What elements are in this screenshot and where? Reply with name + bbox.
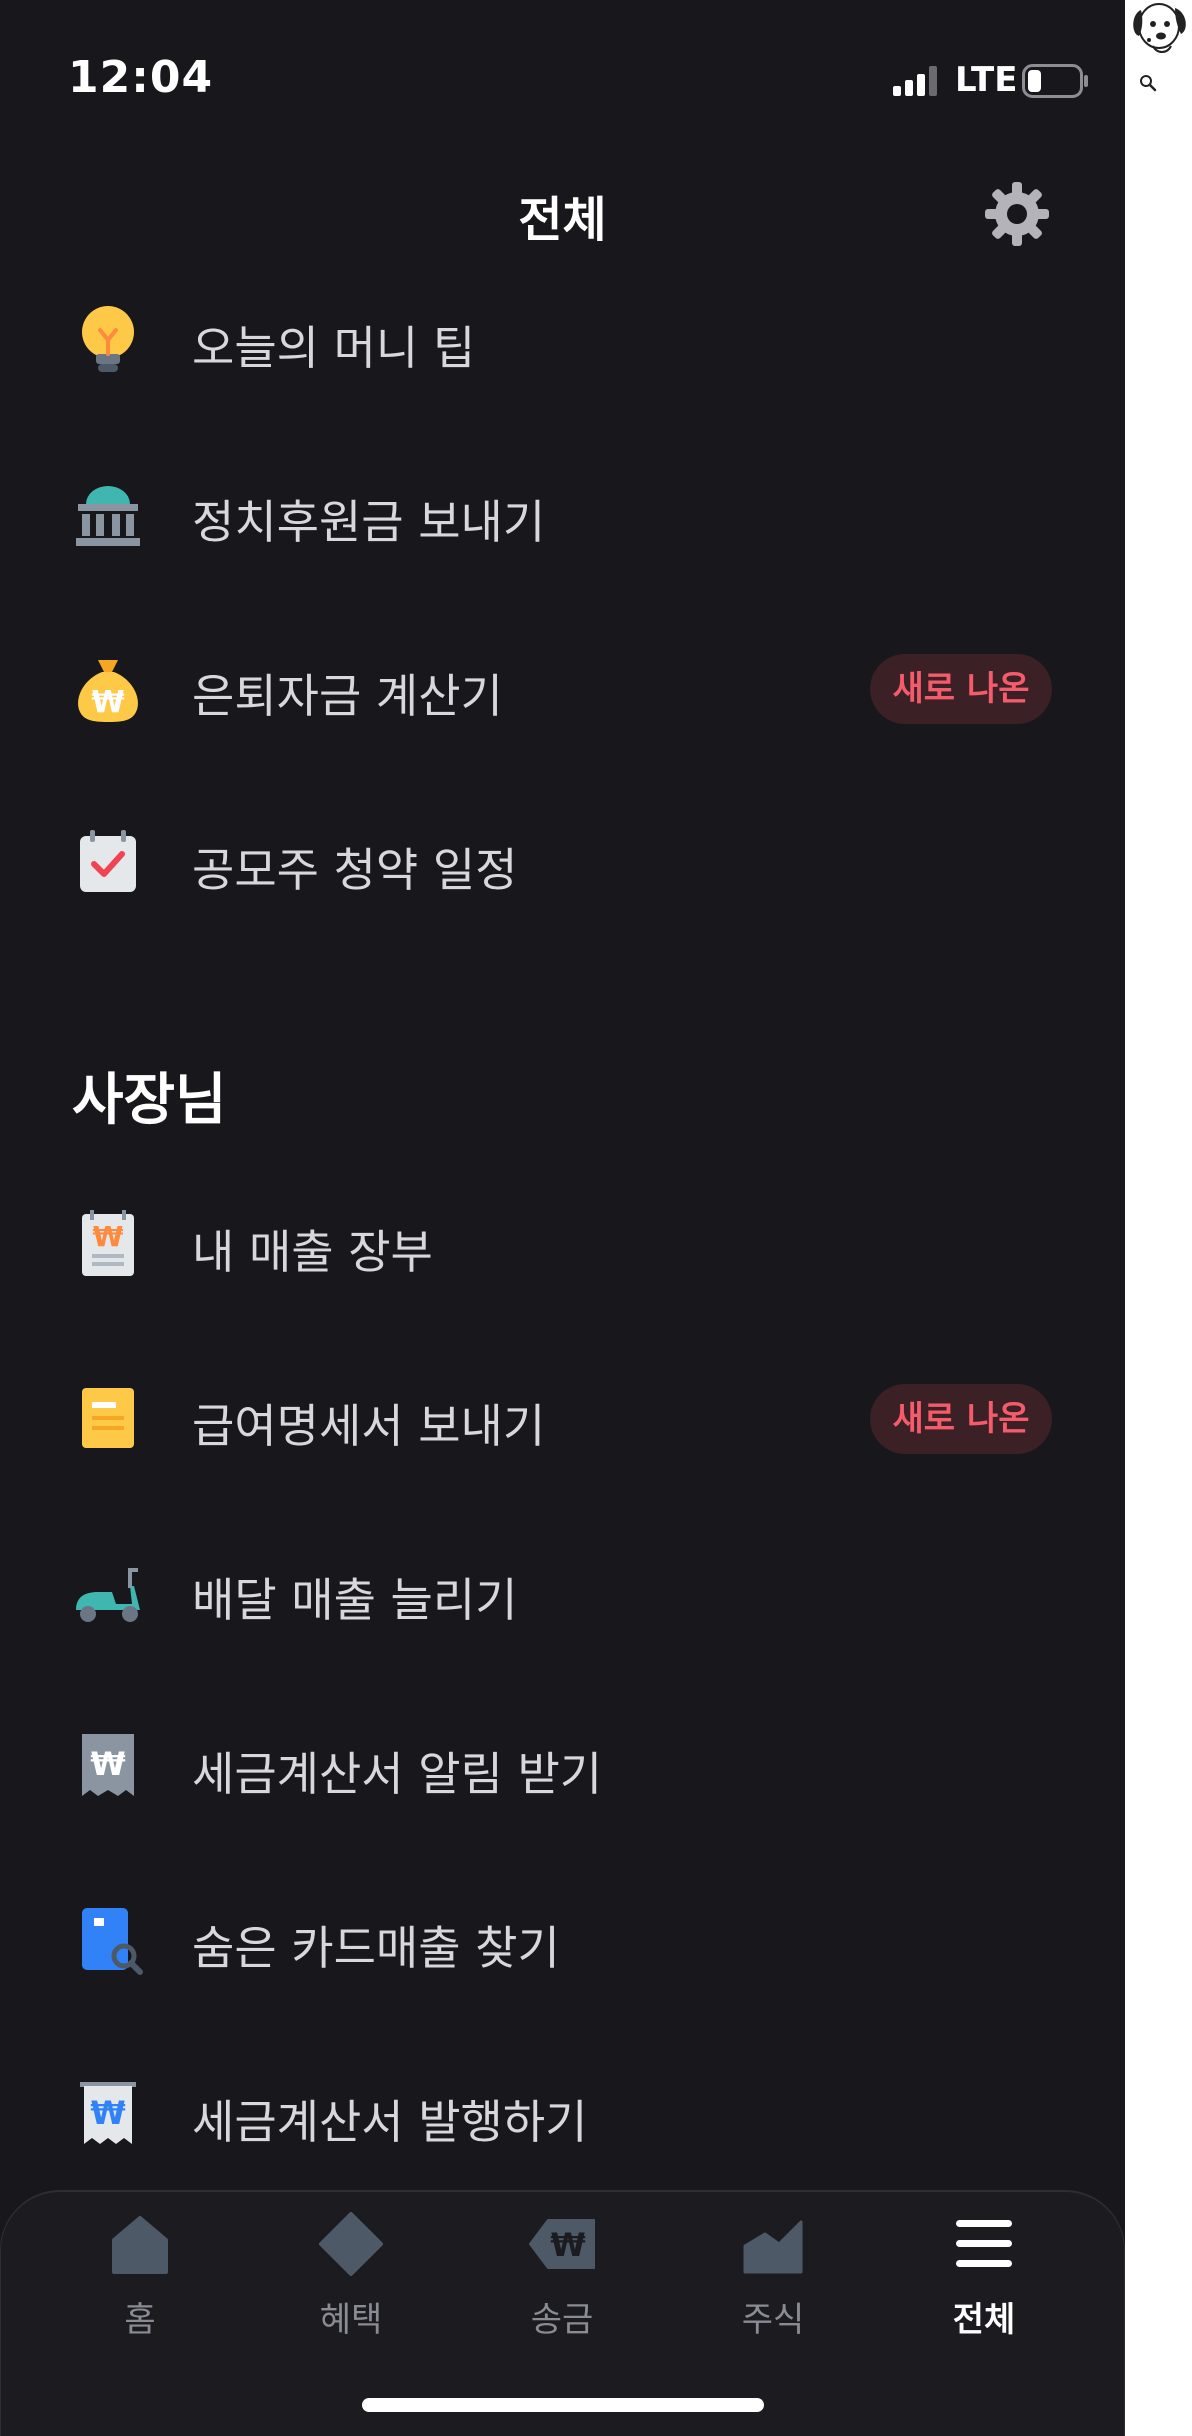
menu-item-label: 숨은 카드매출 찾기 xyxy=(192,1921,560,1975)
tab-label: 송금 xyxy=(530,2300,594,2340)
app-screen: 12:04 LTE 전체 오늘의 머니 팁 정치후원금 보내기 ₩ 은퇴자금 계… xyxy=(0,0,1125,2436)
svg-text:₩: ₩ xyxy=(93,1220,124,1253)
tab-label: 전체 xyxy=(952,2300,1016,2340)
card-search-icon xyxy=(82,1908,143,1975)
payslip-icon xyxy=(82,1388,134,1448)
tab-home[interactable]: 홈 xyxy=(65,2210,215,2340)
tab-label: 홈 xyxy=(124,2300,156,2340)
section-title-owner: 사장님 xyxy=(72,1068,227,1133)
signal-icon xyxy=(893,66,937,96)
menu-item-label: 배달 매출 늘리기 xyxy=(192,1573,518,1627)
menu-item-retirement-calculator[interactable]: ₩ 은퇴자금 계산기 새로 나온 xyxy=(0,624,1125,744)
menu-item-ipo-schedule[interactable]: 공모주 청약 일정 xyxy=(0,798,1125,918)
menu-item-label: 정치후원금 보내기 xyxy=(192,495,546,549)
new-badge: 새로 나온 xyxy=(870,654,1052,724)
menu-item-label: 급여명세서 보내기 xyxy=(192,1399,546,1453)
stock-chart-icon xyxy=(743,2220,803,2274)
menu-item-delivery-sales[interactable]: 배달 매출 늘리기 xyxy=(0,1528,1125,1648)
page-title: 전체 xyxy=(518,192,607,248)
menu-item-money-tip[interactable]: 오늘의 머니 팁 xyxy=(0,276,1125,396)
svg-text:₩: ₩ xyxy=(90,2094,125,2132)
won-transfer-icon: ₩ xyxy=(529,2219,595,2269)
status-time: 12:04 xyxy=(68,52,214,103)
home-icon xyxy=(112,2216,168,2274)
tax-invoice-icon: ₩ xyxy=(82,1734,134,1796)
tab-label: 혜택 xyxy=(319,2300,383,2340)
menu-item-payslip[interactable]: 급여명세서 보내기 새로 나온 xyxy=(0,1354,1125,1474)
menu-item-hidden-card-sales[interactable]: 숨은 카드매출 찾기 xyxy=(0,1876,1125,1996)
network-type: LTE xyxy=(955,60,1018,100)
invoice-issue-icon: ₩ xyxy=(80,2082,136,2144)
tab-all[interactable]: 전체 xyxy=(909,2210,1059,2340)
settings-gear-icon[interactable] xyxy=(983,180,1051,248)
menu-item-label: 세금계산서 발행하기 xyxy=(192,2095,588,2149)
tab-label: 주식 xyxy=(741,2300,805,2340)
menu-item-political-donation[interactable]: 정치후원금 보내기 xyxy=(0,450,1125,570)
menu-item-label: 세금계산서 알림 받기 xyxy=(192,1747,603,1801)
scooter-icon xyxy=(76,1568,140,1622)
menu-item-tax-invoice-alert[interactable]: ₩ 세금계산서 알림 받기 xyxy=(0,1702,1125,1822)
dog-mascot-icon xyxy=(1133,3,1186,53)
menu-item-label: 내 매출 장부 xyxy=(192,1225,433,1279)
tab-stocks[interactable]: 주식 xyxy=(698,2210,848,2340)
menu-item-label: 은퇴자금 계산기 xyxy=(192,669,503,723)
menu-item-issue-tax-invoice[interactable]: ₩ 세금계산서 발행하기 xyxy=(0,2050,1125,2170)
search-icon[interactable] xyxy=(1139,74,1157,92)
bank-icon xyxy=(76,486,140,546)
battery-icon xyxy=(1022,64,1088,98)
calendar-check-icon xyxy=(80,830,136,892)
lightbulb-icon xyxy=(82,306,134,372)
side-strip xyxy=(1125,0,1192,2436)
svg-text:₩: ₩ xyxy=(91,685,124,720)
menu-item-label: 공모주 청약 일정 xyxy=(192,843,518,897)
tab-benefits[interactable]: 혜택 xyxy=(276,2210,426,2340)
new-badge: 새로 나온 xyxy=(870,1384,1052,1454)
home-indicator xyxy=(362,2398,764,2412)
diamond-icon xyxy=(319,2212,383,2276)
menu-icon xyxy=(956,2220,1012,2267)
menu-item-label: 오늘의 머니 팁 xyxy=(192,321,476,375)
tab-transfer[interactable]: ₩ 송금 xyxy=(487,2210,637,2340)
money-bag-icon: ₩ xyxy=(78,660,138,722)
svg-text:₩: ₩ xyxy=(550,2226,585,2264)
svg-text:₩: ₩ xyxy=(90,1745,125,1783)
menu-item-sales-ledger[interactable]: ₩ 내 매출 장부 xyxy=(0,1180,1125,1300)
ledger-won-icon: ₩ xyxy=(82,1210,134,1276)
